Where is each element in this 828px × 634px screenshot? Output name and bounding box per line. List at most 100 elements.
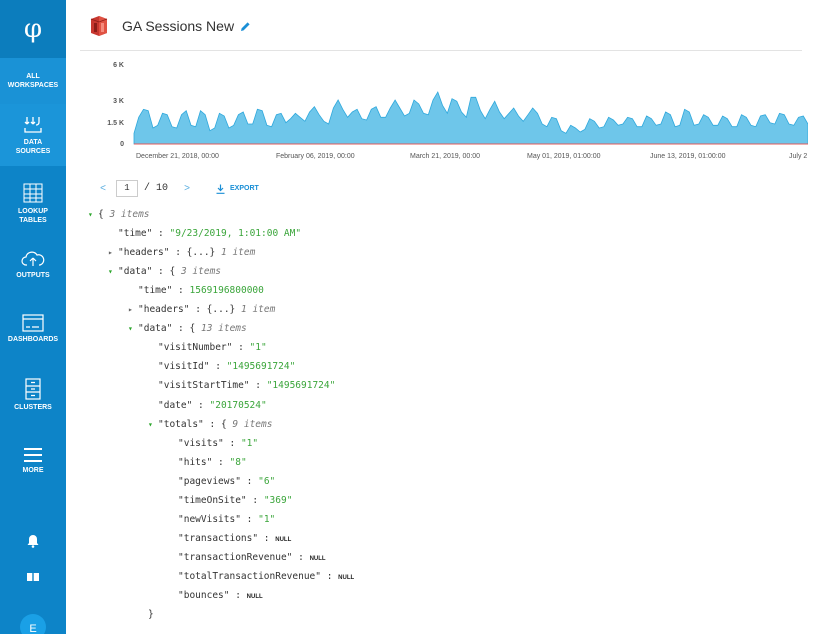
collapse-triangle-icon[interactable]: ▾ [88,208,98,222]
json-node-row[interactable]: ▾ "totals" : { 9 items [148,418,272,432]
item-count: 3 items [109,209,150,220]
json-value: NULL [338,574,355,581]
all-workspaces-button[interactable]: ALL WORKSPACES [0,58,66,104]
colon: : [169,247,187,259]
user-avatar[interactable]: E [20,614,46,634]
item-count: 3 items [180,266,222,278]
collapse-triangle-icon[interactable]: ▾ [148,418,158,432]
json-node-row[interactable]: ▸ "headers" : {...} 1 item [128,303,275,317]
json-key: "visitStartTime" [158,380,250,392]
export-button[interactable]: EXPORT [216,184,259,194]
json-value-row: "visitNumber" : "1" [148,341,267,355]
pencil-icon[interactable] [240,21,251,32]
item-count: 1 item [221,247,256,259]
y-tick-label: 3 K [113,98,124,105]
json-node-row[interactable]: ▾ "data" : { 13 items [128,322,247,336]
sidebar-item-label: DASHBOARDS [7,336,59,343]
x-tick-label: May 01, 2019, 01:00:00 [527,153,601,160]
json-value-row: } [148,608,154,622]
item-count: 13 items [200,323,247,335]
cloud-upload-icon [21,251,45,266]
brace: {...} [186,247,216,259]
page-total: / 10 [144,183,169,194]
json-node-row[interactable]: ▸ "headers" : {...} 1 item [108,246,255,260]
x-tick-label: July 2 [789,153,807,160]
json-key: "time" [138,285,173,297]
x-tick-label: February 06, 2019, 00:00 [276,153,355,160]
json-node-row[interactable]: ▾ "data" : { 3 items [108,265,221,279]
notifications-button[interactable] [0,534,66,552]
download-icon [216,184,225,194]
next-page-button[interactable]: > [180,183,194,194]
json-value: "9/23/2019, 1:01:00 AM" [169,228,302,240]
x-tick-label: December 21, 2018, 00:00 [136,153,219,160]
sidebar-item-dashboards[interactable]: DASHBOARDS [0,302,66,356]
json-value-row: "visitId" : "1495691724" [148,360,295,374]
page-title: GA Sessions New [122,18,235,34]
json-value: "1" [249,342,267,354]
colon: : [249,380,267,392]
sessions-area-chart: 6 K 3 K 1.5 K 0 December 21, 2018, 00:00… [107,62,808,160]
sidebar-item-more[interactable]: MORE [0,434,66,488]
colon: : [172,323,190,335]
sidebar-item-clusters[interactable]: CLUSTERS [0,368,66,422]
collapse-triangle-icon[interactable]: ▾ [128,322,138,336]
sidebar-item-data-sources[interactable]: DATA SOURCES [0,104,66,166]
data-sources-icon [24,116,42,133]
expand-triangle-icon[interactable]: ▸ [128,303,138,317]
pagination-bar: < 1 / 10 > EXPORT [96,180,259,197]
json-value: "6" [258,475,276,487]
json-key: "data" [138,323,173,335]
export-label: EXPORT [230,185,259,192]
y-tick-label: 0 [120,141,124,148]
json-key: "totals" [158,418,204,430]
json-key: "visitNumber" [158,342,233,354]
book-icon [27,573,39,581]
item-count: 9 items [232,418,273,430]
docs-button[interactable] [0,572,66,588]
dashboard-icon [22,314,44,332]
colon: : [292,551,310,563]
colon: : [209,361,227,373]
logo-glyph: φ [23,14,43,44]
json-value: 1569196800000 [189,285,264,297]
colon: : [246,494,264,506]
json-value-row: "totalTransactionRevenue" : NULL [168,570,354,584]
colon: : [189,304,207,316]
json-value: "8" [229,456,247,468]
y-tick-label: 6 K [113,62,124,69]
app-logo[interactable]: φ [0,0,66,58]
sidebar-item-label: OUTPUTS [16,272,50,279]
x-tick-label: June 13, 2019, 01:00:00 [650,153,726,160]
json-value-row: "transactions" : NULL [168,532,291,546]
sidebar-item-outputs[interactable]: OUTPUTS [0,238,66,292]
prev-page-button[interactable]: < [96,183,110,194]
json-value: "1" [240,437,259,449]
colon: : [152,266,170,278]
page-number-input[interactable]: 1 [116,180,138,197]
sidebar: φ ALL WORKSPACES DATA SOURCES LOOKUP TAB… [0,0,66,634]
json-value-row: "hits" : "8" [168,456,247,470]
colon: : [172,285,190,297]
collapse-triangle-icon[interactable]: ▾ [108,265,118,279]
colon: : [152,228,170,240]
sidebar-item-lookup-tables[interactable]: LOOKUP TABLES [0,172,66,234]
closing-brace: } [148,609,154,621]
colon: : [192,399,210,411]
colon: : [212,456,230,468]
json-value-row: "bounces" : NULL [168,589,263,603]
json-node-row[interactable]: ▾{ 3 items [88,208,150,222]
colon: : [229,590,247,601]
header-divider [80,50,802,51]
area-series [133,91,808,145]
hamburger-icon [24,448,42,462]
colon: : [232,342,250,354]
json-value: "1495691724" [266,380,336,392]
json-key: "transactions" [178,532,259,544]
json-key: "headers" [138,304,190,316]
table-icon [23,183,43,202]
json-value: "1" [258,513,276,525]
colon: : [223,437,241,449]
expand-triangle-icon[interactable]: ▸ [108,246,118,260]
json-key: "headers" [118,247,170,259]
